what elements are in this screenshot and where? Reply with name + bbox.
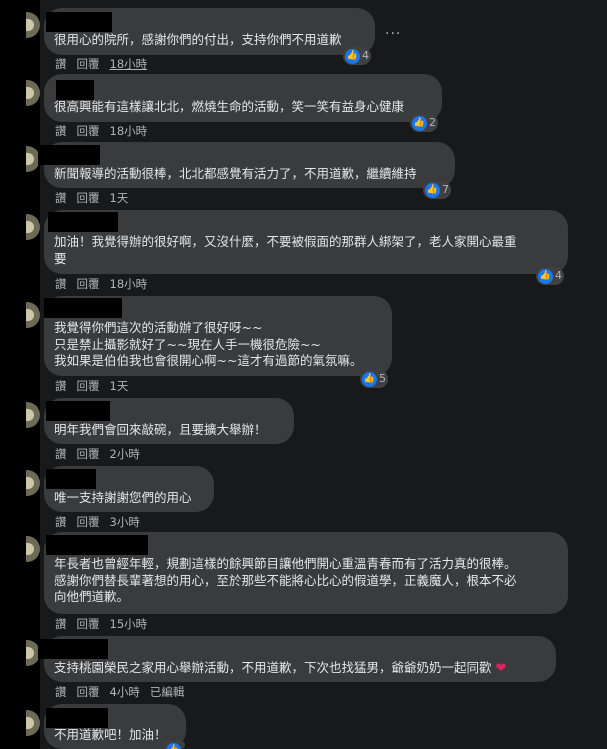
like-button[interactable]: 讚: [55, 515, 67, 529]
more-options-icon[interactable]: ···: [385, 26, 401, 42]
comment-actions: 讚回覆 18小時: [55, 123, 147, 139]
timestamp[interactable]: 3小時: [110, 515, 140, 529]
timestamp[interactable]: 1天: [110, 191, 129, 205]
author-name-redacted[interactable]: [56, 80, 94, 100]
reaction-count[interactable]: 👍 4: [536, 267, 564, 285]
like-button[interactable]: 讚: [55, 191, 67, 205]
reply-button[interactable]: 回覆: [77, 57, 100, 71]
like-button[interactable]: 讚: [55, 277, 67, 291]
reply-button[interactable]: 回覆: [77, 447, 100, 461]
like-reaction-icon: 👍: [362, 371, 377, 387]
author-name-redacted[interactable]: [46, 12, 112, 32]
comment-text: 我覺得你們這次的活動辦了很好呀~~ 只是禁止攝影就好了~~現在人手一機很危險~~…: [54, 320, 363, 368]
like-button[interactable]: 讚: [55, 379, 67, 393]
timestamp[interactable]: 18小時: [110, 57, 148, 71]
comment-text: 加油！我覺得辦的很好啊，又沒什麼，不要被假面的那群人綁架了，老人家開心最重 要: [54, 234, 517, 266]
reply-button[interactable]: 回覆: [77, 617, 100, 631]
author-name-redacted[interactable]: [44, 298, 122, 318]
comment-text: 唯一支持謝謝您們的用心: [54, 490, 192, 505]
author-name-redacted[interactable]: [48, 212, 118, 232]
author-name-redacted[interactable]: [38, 145, 100, 165]
comment-text: 明年我們會回來敲碗，且要擴大舉辦！: [54, 422, 267, 437]
comment-actions: 讚回覆 2小時: [55, 446, 140, 462]
reply-button[interactable]: 回覆: [77, 124, 100, 138]
comment-text: 不用道歉吧！加油！: [54, 727, 167, 742]
comment-text-content: 支持桃園榮民之家用心舉辦活動，不用道歉，下次也找猛男，爺爺奶奶一起同歡: [54, 660, 492, 675]
reply-button[interactable]: 回覆: [77, 277, 100, 291]
reply-button[interactable]: 回覆: [77, 191, 100, 205]
like-button[interactable]: 讚: [55, 617, 67, 631]
reaction-count[interactable]: 👍: [164, 741, 185, 749]
like-button[interactable]: 讚: [55, 447, 67, 461]
author-name-redacted[interactable]: [46, 535, 148, 555]
like-reaction-icon: 👍: [412, 115, 427, 131]
comment-actions: 讚回覆 1天: [55, 190, 128, 206]
like-button[interactable]: 讚: [55, 57, 67, 71]
timestamp[interactable]: 1天: [110, 379, 129, 393]
edited-label: 已編輯: [149, 685, 185, 699]
author-name-redacted[interactable]: [46, 401, 110, 421]
comment-actions: 讚回覆 1天: [55, 378, 128, 394]
like-reaction-icon: 👍: [166, 742, 181, 749]
like-button[interactable]: 讚: [55, 685, 67, 699]
reaction-count[interactable]: 👍 4: [343, 47, 371, 65]
reply-button[interactable]: 回覆: [77, 685, 100, 699]
timestamp[interactable]: 4小時: [110, 685, 140, 699]
reply-button[interactable]: 回覆: [77, 515, 100, 529]
comment-text: 很用心的院所，感謝你們的付出，支持你們不用道歉: [54, 32, 342, 47]
author-name-redacted[interactable]: [46, 469, 96, 489]
comment-actions: 讚回覆 18小時: [55, 276, 147, 292]
comment-actions: 讚回覆 18小時: [55, 56, 147, 72]
comment-actions: 讚回覆 15小時: [55, 616, 147, 632]
reply-button[interactable]: 回覆: [77, 379, 100, 393]
comment-text: 新聞報導的活動很棒，北北都感覺有活力了，不用道歉，繼續維持: [54, 166, 417, 181]
left-black-strip: [0, 0, 40, 749]
timestamp[interactable]: 2小時: [110, 447, 140, 461]
comment-text: 很高興能有這樣讓北北，燃燒生命的活動，笑一笑有益身心健康: [54, 99, 405, 114]
timestamp[interactable]: 15小時: [110, 617, 148, 631]
reaction-count[interactable]: 👍 2: [410, 114, 438, 132]
comment-actions: 讚回覆 4小時 已編輯: [55, 684, 184, 700]
like-reaction-icon: 👍: [345, 48, 360, 64]
like-button[interactable]: 讚: [55, 124, 67, 138]
reaction-count[interactable]: 👍 7: [423, 181, 451, 199]
like-reaction-icon: 👍: [538, 268, 553, 284]
comment-text: 支持桃園榮民之家用心舉辦活動，不用道歉，下次也找猛男，爺爺奶奶一起同歡 ❤: [54, 660, 506, 678]
heart-emoji-icon: ❤: [495, 661, 507, 676]
reaction-count[interactable]: 👍 5: [360, 370, 388, 388]
comment-text: 年長者也曾經年輕，規劃這樣的餘興節目讓他們開心重溫青春而有了活力真的很棒。 感謝…: [54, 556, 517, 604]
comment-actions: 讚回覆 3小時: [55, 514, 140, 530]
like-reaction-icon: 👍: [425, 182, 440, 198]
timestamp[interactable]: 18小時: [110, 277, 148, 291]
author-name-redacted[interactable]: [46, 708, 108, 728]
timestamp[interactable]: 18小時: [110, 124, 148, 138]
author-name-redacted[interactable]: [38, 639, 108, 659]
